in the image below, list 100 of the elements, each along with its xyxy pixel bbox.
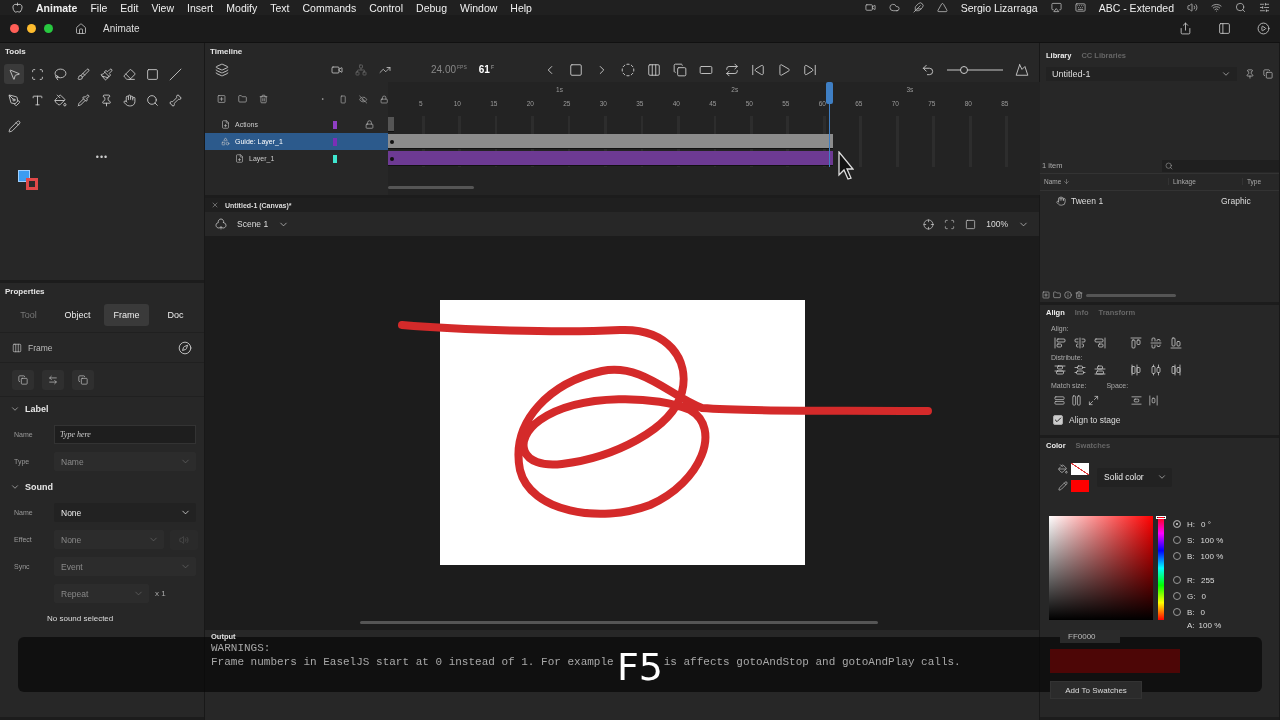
section-header[interactable]: Label	[0, 397, 59, 421]
match-width-icon[interactable]	[1054, 394, 1065, 406]
step-forward-icon[interactable]	[803, 63, 817, 77]
menu-item[interactable]: Window	[460, 1, 498, 14]
frame-number[interactable]: 61$^{F}$	[478, 64, 494, 76]
play-icon[interactable]	[1257, 22, 1270, 35]
delete-icon[interactable]	[1075, 291, 1083, 299]
document-dropdown[interactable]: Untitled-1	[1046, 67, 1238, 81]
hue-slider[interactable]	[1158, 516, 1164, 620]
name-field[interactable]: Type here	[54, 425, 196, 444]
loop-icon[interactable]	[725, 63, 739, 77]
undo-icon[interactable]	[921, 63, 935, 77]
control-center-icon[interactable]	[1259, 2, 1270, 13]
properties-tab[interactable]: Doc	[153, 304, 198, 326]
fill-swatch[interactable]	[1071, 462, 1089, 475]
chevron-icon[interactable]	[10, 482, 20, 492]
zoom-value[interactable]: 100%	[986, 219, 1008, 229]
paste-button[interactable]	[72, 369, 94, 390]
triangle-icon[interactable]	[936, 2, 948, 13]
align-top-icon[interactable]	[1130, 337, 1142, 349]
lock-icon[interactable]	[379, 93, 388, 105]
copy-button[interactable]	[12, 369, 34, 390]
fill-icon[interactable]	[1058, 463, 1068, 474]
menu-item[interactable]: File	[90, 1, 108, 14]
close-button[interactable]	[10, 24, 19, 33]
space-horizontal-icon[interactable]	[1148, 394, 1159, 406]
zoom-button[interactable]	[44, 24, 53, 33]
section-header[interactable]: Sound	[0, 475, 63, 499]
panel-icon[interactable]	[1218, 22, 1231, 35]
app-menu[interactable]: Animate	[36, 1, 78, 14]
copy-frames-icon[interactable]	[673, 63, 687, 77]
minimize-button[interactable]	[27, 24, 36, 33]
distribute-left-icon[interactable]	[1130, 364, 1142, 376]
new-layer-icon[interactable]	[217, 93, 227, 105]
guide-frames[interactable]	[388, 134, 834, 149]
user-name[interactable]: Sergio Lizarraga	[960, 1, 1038, 14]
mountain-icon[interactable]	[1015, 63, 1029, 77]
layers-icon[interactable]	[215, 63, 229, 77]
info-icon[interactable]	[1064, 291, 1072, 299]
more-tools[interactable]: •••	[95, 152, 109, 162]
fill-type-dropdown[interactable]: Solid color	[1097, 467, 1172, 487]
value-field[interactable]: 0	[1200, 607, 1205, 617]
value-field[interactable]: 100 %	[1200, 551, 1224, 561]
value-field[interactable]: 100 %	[1198, 620, 1222, 630]
pin-icon[interactable]	[1245, 69, 1256, 79]
new-symbol-icon[interactable]	[1042, 291, 1050, 299]
align-left-icon[interactable]	[1054, 337, 1066, 349]
search-icon[interactable]	[1165, 161, 1174, 170]
frame-icon[interactable]	[12, 342, 22, 353]
guide-icon[interactable]	[221, 137, 230, 146]
copy-icon[interactable]	[1263, 69, 1273, 79]
step-back-icon[interactable]	[751, 63, 765, 77]
align-bottom-icon[interactable]	[1170, 337, 1182, 349]
volume-icon[interactable]	[1187, 2, 1198, 13]
clip-icon[interactable]	[944, 218, 956, 230]
value-field[interactable]: 0 °	[1201, 519, 1211, 529]
play-icon[interactable]	[777, 63, 791, 77]
keyframe-icon[interactable]	[569, 63, 583, 77]
folder-icon[interactable]	[238, 93, 248, 105]
playhead[interactable]	[825, 82, 834, 167]
copy-icon[interactable]	[18, 374, 28, 385]
align-right-icon[interactable]	[1094, 337, 1106, 349]
library-item[interactable]: Tween 1	[1071, 195, 1216, 206]
camera-icon[interactable]	[331, 64, 343, 76]
layer-icon[interactable]	[235, 154, 244, 163]
radio-button[interactable]	[1173, 520, 1181, 528]
distribute-bottom-icon[interactable]	[1094, 364, 1106, 376]
scroll-bar[interactable]	[1086, 293, 1176, 297]
match-height-icon[interactable]	[1071, 394, 1082, 406]
tween-frames[interactable]	[388, 151, 834, 166]
paste-frames-icon[interactable]	[699, 63, 713, 77]
club-icon[interactable]	[215, 218, 227, 230]
graph-icon[interactable]	[379, 64, 391, 76]
hide-icon[interactable]	[359, 93, 368, 105]
align-middle-icon[interactable]	[1150, 337, 1162, 349]
menu-item[interactable]: View	[151, 1, 175, 14]
menu-item[interactable]: Edit	[120, 1, 139, 14]
home-icon[interactable]	[75, 22, 87, 35]
delete-icon[interactable]	[259, 93, 269, 105]
stage-icon[interactable]	[965, 218, 977, 230]
folder-icon[interactable]	[1053, 291, 1061, 299]
checkbox[interactable]	[1053, 415, 1063, 425]
value-field[interactable]: 255	[1201, 575, 1215, 585]
onion-skin-icon[interactable]	[621, 63, 635, 77]
sort-icon[interactable]	[1063, 178, 1071, 185]
match-size-icon[interactable]	[1088, 394, 1099, 406]
feather-icon[interactable]	[912, 2, 924, 13]
menu-item[interactable]: Control	[369, 1, 404, 14]
distribute-right-icon[interactable]	[1170, 364, 1182, 376]
share-icon[interactable]	[1179, 22, 1192, 35]
keyboard-icon[interactable]	[1074, 2, 1086, 13]
chevron-icon[interactable]	[10, 404, 20, 414]
space-vertical-icon[interactable]	[1131, 394, 1142, 406]
fps-value[interactable]: 24.00$^{FPS}$	[431, 64, 467, 76]
chevron-icon[interactable]	[1221, 69, 1232, 79]
apple-icon[interactable]	[12, 2, 23, 13]
swap-icon[interactable]	[48, 374, 58, 385]
menu-item[interactable]: Debug	[416, 1, 447, 14]
color-picker[interactable]	[1049, 516, 1153, 620]
menu-item[interactable]: Commands	[302, 1, 357, 14]
